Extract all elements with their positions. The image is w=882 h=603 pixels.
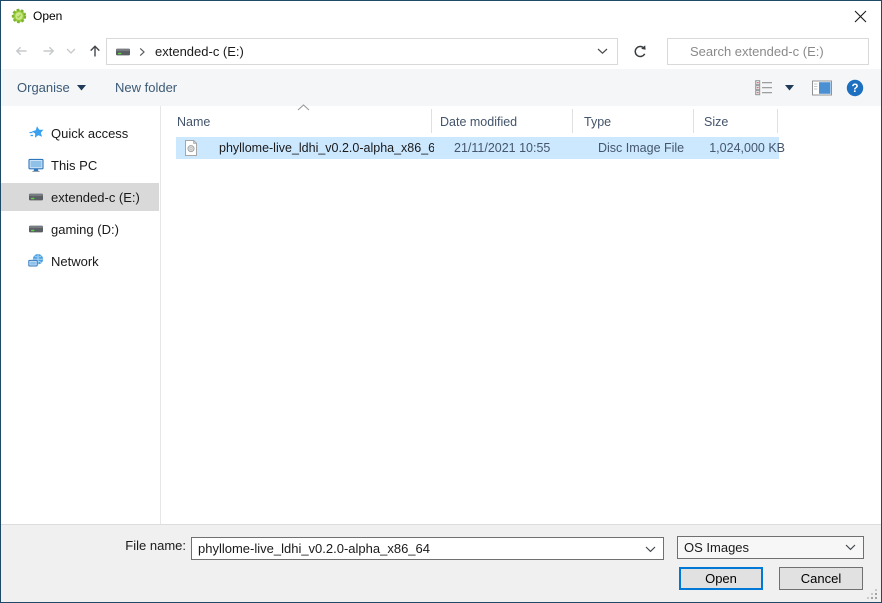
address-dropdown-icon[interactable]	[597, 48, 608, 55]
drive-icon	[115, 44, 131, 60]
navigation-bar: extended-c (E:)	[1, 31, 881, 69]
details-view-icon	[755, 79, 775, 96]
close-button[interactable]	[847, 4, 873, 28]
sidebar-item-label: gaming (D:)	[51, 222, 119, 237]
sidebar-item-quick-access[interactable]: Quick access	[1, 119, 159, 147]
open-button[interactable]: Open	[679, 567, 763, 590]
file-date-modified: 21/11/2021 10:55	[454, 141, 584, 155]
help-icon: ?	[846, 79, 864, 97]
star-icon	[28, 125, 44, 141]
breadcrumb-path[interactable]: extended-c (E:)	[155, 44, 597, 59]
chevron-down-icon	[66, 48, 76, 55]
up-button[interactable]	[83, 40, 107, 62]
forward-arrow-icon	[41, 43, 57, 59]
disc-image-file-icon	[183, 140, 199, 156]
refresh-icon	[632, 44, 648, 60]
address-bar[interactable]: extended-c (E:)	[106, 38, 618, 65]
caret-down-icon	[785, 85, 794, 91]
forward-button[interactable]	[37, 40, 61, 62]
column-divider[interactable]	[693, 109, 694, 133]
drive-icon	[28, 189, 44, 205]
file-row-selected[interactable]: phyllome-live_ldhi_v0.2.0-alpha_x86_64 2…	[176, 137, 779, 159]
preview-pane-icon	[812, 80, 832, 96]
sidebar-item-label: Network	[51, 254, 99, 269]
window-title: Open	[33, 1, 62, 31]
refresh-button[interactable]	[623, 38, 656, 65]
sidebar-item-gaming-d[interactable]: gaming (D:)	[1, 215, 159, 243]
open-dialog-window: Open	[0, 0, 882, 603]
file-name-label: File name:	[61, 538, 186, 553]
search-input[interactable]	[690, 44, 866, 59]
sidebar-item-label: extended-c (E:)	[51, 190, 140, 205]
title-bar: Open	[1, 1, 881, 31]
column-divider[interactable]	[572, 109, 573, 133]
monitor-icon	[28, 157, 44, 173]
new-folder-button[interactable]: New folder	[115, 69, 177, 106]
app-icon	[11, 8, 27, 24]
column-header-size[interactable]: Size	[704, 111, 728, 133]
sidebar-item-label: Quick access	[51, 126, 128, 141]
open-button-label: Open	[705, 571, 737, 586]
view-options-dropdown[interactable]	[781, 69, 797, 106]
dialog-body: Quick access This PC extended-c (E:)	[1, 106, 881, 524]
sort-ascending-icon	[297, 104, 310, 111]
column-divider[interactable]	[777, 109, 778, 133]
file-size: 1,024,000 KB	[708, 141, 785, 155]
cancel-button[interactable]: Cancel	[779, 567, 863, 590]
column-header-date-modified[interactable]: Date modified	[440, 111, 517, 133]
sidebar-item-network[interactable]: Network	[1, 247, 159, 275]
svg-text:?: ?	[851, 83, 858, 95]
breadcrumb-chevron-icon	[138, 47, 146, 57]
file-name-input[interactable]	[192, 538, 644, 559]
chevron-down-icon[interactable]	[645, 546, 656, 553]
file-list: Name Date modified Type Size phyllome-li…	[162, 106, 881, 524]
command-toolbar: Organise New folder	[1, 69, 881, 106]
chevron-down-icon	[845, 544, 856, 551]
drive-icon	[28, 221, 44, 237]
column-header-name[interactable]: Name	[177, 111, 210, 133]
file-type: Disc Image File	[598, 141, 703, 155]
organise-label: Organise	[17, 80, 70, 95]
back-button[interactable]	[9, 40, 33, 62]
new-folder-label: New folder	[115, 80, 177, 95]
preview-pane-button[interactable]	[809, 69, 835, 106]
up-arrow-icon	[87, 43, 103, 59]
column-divider[interactable]	[431, 109, 432, 133]
column-header-type[interactable]: Type	[584, 111, 611, 133]
resize-grip[interactable]	[866, 588, 878, 600]
file-type-value: OS Images	[684, 540, 845, 555]
file-name: phyllome-live_ldhi_v0.2.0-alpha_x86_64	[219, 141, 434, 155]
organise-button[interactable]: Organise	[17, 69, 86, 106]
sidebar-item-label: This PC	[51, 158, 97, 173]
close-icon	[854, 10, 867, 23]
network-icon	[28, 253, 44, 269]
sidebar-item-extended-c[interactable]: extended-c (E:)	[1, 183, 159, 211]
dialog-footer: File name: OS Images Open Cancel	[1, 524, 881, 603]
cancel-button-label: Cancel	[801, 571, 841, 586]
help-button[interactable]: ?	[843, 69, 867, 106]
search-box	[667, 38, 869, 65]
sidebar-item-this-pc[interactable]: This PC	[1, 151, 159, 179]
navigation-sidebar: Quick access This PC extended-c (E:)	[1, 106, 161, 524]
back-arrow-icon	[13, 43, 29, 59]
file-type-select[interactable]: OS Images	[677, 536, 864, 559]
file-name-combo	[191, 537, 664, 560]
view-details-button[interactable]	[753, 69, 777, 106]
history-dropdown-button[interactable]	[63, 40, 79, 62]
caret-down-icon	[77, 85, 86, 91]
